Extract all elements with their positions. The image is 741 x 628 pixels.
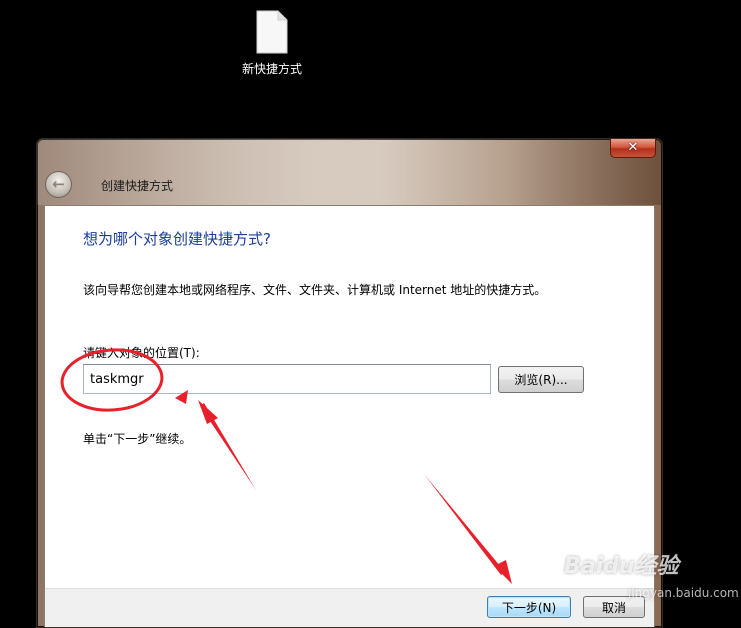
location-input[interactable] <box>83 364 491 394</box>
next-button[interactable]: 下一步(N) <box>487 596 571 618</box>
location-label: 请键入对象的位置(T): <box>83 346 200 360</box>
next-hint: 单击“下一步”继续。 <box>83 432 192 446</box>
file-icon <box>256 10 288 54</box>
window-title: 创建快捷方式 <box>101 179 174 193</box>
desktop-shortcut-label: 新快捷方式 <box>241 62 302 76</box>
watermark-url: jingyan.baidu.com <box>628 586 739 600</box>
browse-button[interactable]: 浏览(R)... <box>498 366 584 393</box>
desktop: 新快捷方式 ✕ ← 创建快捷方式 想为哪个对象创建快捷方式? 该向导帮您创建本地… <box>0 0 741 628</box>
watermark-logo: Baidu经验 <box>564 554 679 579</box>
wizard-heading: 想为哪个对象创建快捷方式? <box>83 230 271 248</box>
back-arrow-icon[interactable]: ← <box>45 171 72 198</box>
close-icon[interactable]: ✕ <box>610 139 656 158</box>
button-bar: 下一步(N) 取消 <box>45 588 654 627</box>
desktop-shortcut[interactable]: 新快捷方式 <box>232 10 312 77</box>
wizard-description: 该向导帮您创建本地或网络程序、文件、文件夹、计算机或 Internet 地址的快… <box>83 283 547 297</box>
